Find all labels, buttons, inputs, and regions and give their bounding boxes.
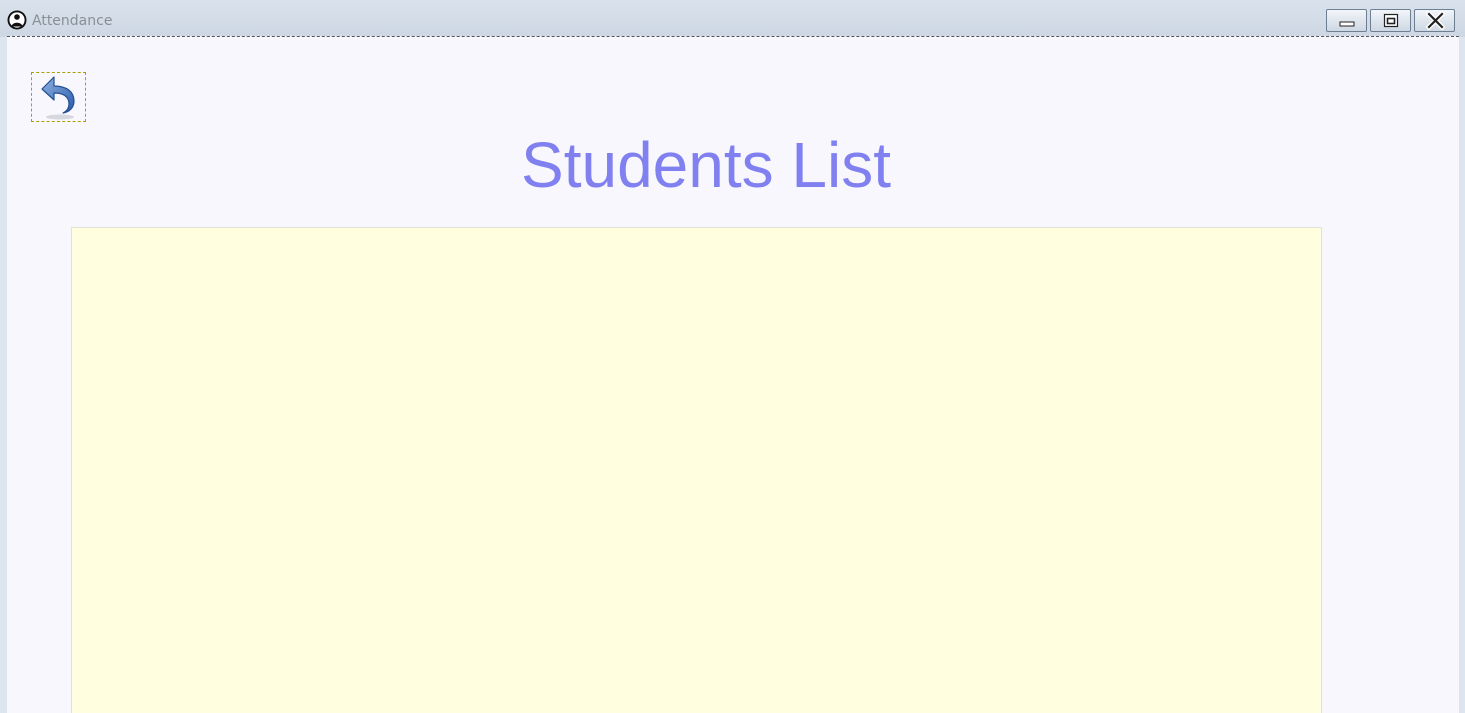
- window-titlebar[interactable]: Attendance: [0, 0, 1465, 37]
- undo-arrow-icon: [41, 76, 75, 120]
- minimize-button[interactable]: [1326, 9, 1367, 32]
- window-title: Attendance: [32, 13, 113, 29]
- page-title: Students List: [521, 129, 891, 201]
- back-button[interactable]: [31, 72, 86, 122]
- main-content: Students List: [7, 36, 1459, 713]
- minimize-icon: [1339, 21, 1355, 27]
- restore-icon: [1383, 13, 1399, 28]
- close-icon: [1425, 10, 1446, 31]
- close-button[interactable]: [1414, 9, 1455, 32]
- maximize-button[interactable]: [1370, 9, 1411, 32]
- person-silhouette-icon: [7, 10, 27, 30]
- students-list-panel[interactable]: [71, 227, 1322, 713]
